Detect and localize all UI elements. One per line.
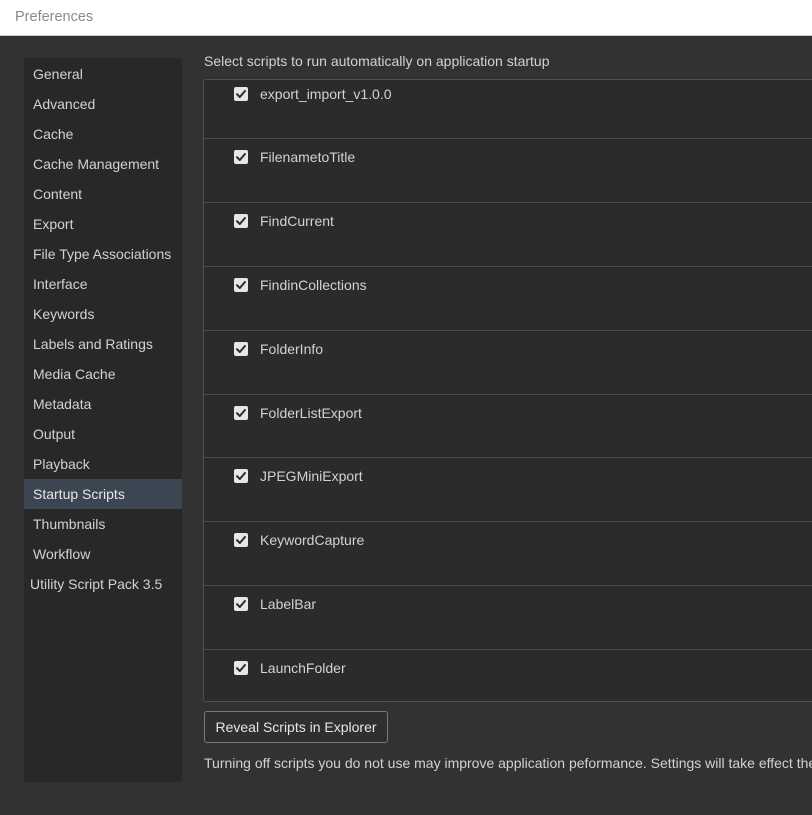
sidebar-item-startup-scripts[interactable]: Startup Scripts (24, 479, 182, 509)
script-checkbox[interactable] (234, 342, 248, 356)
script-label: LabelBar (260, 596, 317, 612)
sidebar-item-file-type-associations[interactable]: File Type Associations (24, 239, 182, 269)
script-checkbox[interactable] (234, 661, 248, 675)
script-row[interactable]: KeywordCapture (204, 522, 812, 586)
script-label: FolderListExport (260, 405, 362, 421)
script-label: FindinCollections (260, 277, 367, 293)
startup-scripts-heading: Select scripts to run automatically on a… (204, 53, 550, 69)
script-row[interactable]: JPEGMiniExport (204, 458, 812, 522)
checkmark-icon (236, 536, 246, 544)
preferences-window: Preferences General Advanced Cache Cache Ma… (0, 0, 812, 815)
reveal-scripts-button[interactable]: Reveal Scripts in Explorer (204, 711, 388, 743)
script-row[interactable]: FindinCollections (204, 267, 812, 331)
script-label: FolderInfo (260, 341, 324, 357)
checkmark-icon (236, 345, 246, 353)
sidebar-item-labels-and-ratings[interactable]: Labels and Ratings (24, 329, 182, 359)
checkmark-icon (236, 409, 246, 417)
script-row[interactable]: FolderListExport (204, 395, 812, 458)
sidebar-item-keywords[interactable]: Keywords (24, 299, 182, 329)
script-label: JPEGMiniExport (260, 468, 363, 484)
sidebar-item-output[interactable]: Output (24, 419, 182, 449)
checkmark-icon (236, 90, 246, 98)
script-checkbox[interactable] (234, 597, 248, 611)
checkmark-icon (236, 281, 246, 289)
sidebar-item-thumbnails[interactable]: Thumbnails (24, 509, 182, 539)
script-row[interactable]: LaunchFolder (204, 650, 812, 701)
checkmark-icon (236, 217, 246, 225)
script-checkbox[interactable] (234, 469, 248, 483)
script-row[interactable]: FolderInfo (204, 331, 812, 395)
checkmark-icon (236, 664, 246, 672)
script-checkbox[interactable] (234, 533, 248, 547)
script-row[interactable]: LabelBar (204, 586, 812, 650)
sidebar-item-content[interactable]: Content (24, 179, 182, 209)
script-row[interactable]: FindCurrent (204, 203, 812, 267)
sidebar-item-metadata[interactable]: Metadata (24, 389, 182, 419)
checkmark-icon (236, 472, 246, 480)
script-label: export_import_v1.0.0 (260, 86, 392, 102)
script-row[interactable]: export_import_v1.0.0 (204, 80, 812, 139)
title-bar: Preferences (0, 0, 812, 36)
script-label: FindCurrent (260, 213, 334, 229)
checkmark-icon (236, 153, 246, 161)
script-checkbox[interactable] (234, 150, 248, 164)
sidebar-item-advanced[interactable]: Advanced (24, 89, 182, 119)
script-checkbox[interactable] (234, 87, 248, 101)
script-checkbox[interactable] (234, 214, 248, 228)
script-row[interactable]: FilenametoTitle (204, 139, 812, 203)
script-label: LaunchFolder (260, 660, 346, 676)
script-checkbox[interactable] (234, 278, 248, 292)
window-title: Preferences (15, 9, 94, 25)
script-label: FilenametoTitle (260, 149, 356, 165)
sidebar-item-playback[interactable]: Playback (24, 449, 182, 479)
sidebar: General Advanced Cache Cache Management Cont… (24, 58, 182, 782)
sidebar-item-utility-script-pack-3-5[interactable]: Utility Script Pack 3.5 (24, 569, 182, 599)
footer-note: Turning off scripts you do not use may i… (204, 755, 812, 771)
checkmark-icon (236, 600, 246, 608)
script-label: KeywordCapture (260, 532, 365, 548)
script-list[interactable]: export_import_v1.0.0 FilenametoTitle FindC… (203, 79, 812, 702)
sidebar-item-cache-management[interactable]: Cache Management (24, 149, 182, 179)
sidebar-item-media-cache[interactable]: Media Cache (24, 359, 182, 389)
sidebar-item-interface[interactable]: Interface (24, 269, 182, 299)
sidebar-item-cache[interactable]: Cache (24, 119, 182, 149)
sidebar-item-workflow[interactable]: Workflow (24, 539, 182, 569)
sidebar-item-general[interactable]: General (24, 59, 182, 89)
sidebar-item-export[interactable]: Export (24, 209, 182, 239)
script-checkbox[interactable] (234, 406, 248, 420)
